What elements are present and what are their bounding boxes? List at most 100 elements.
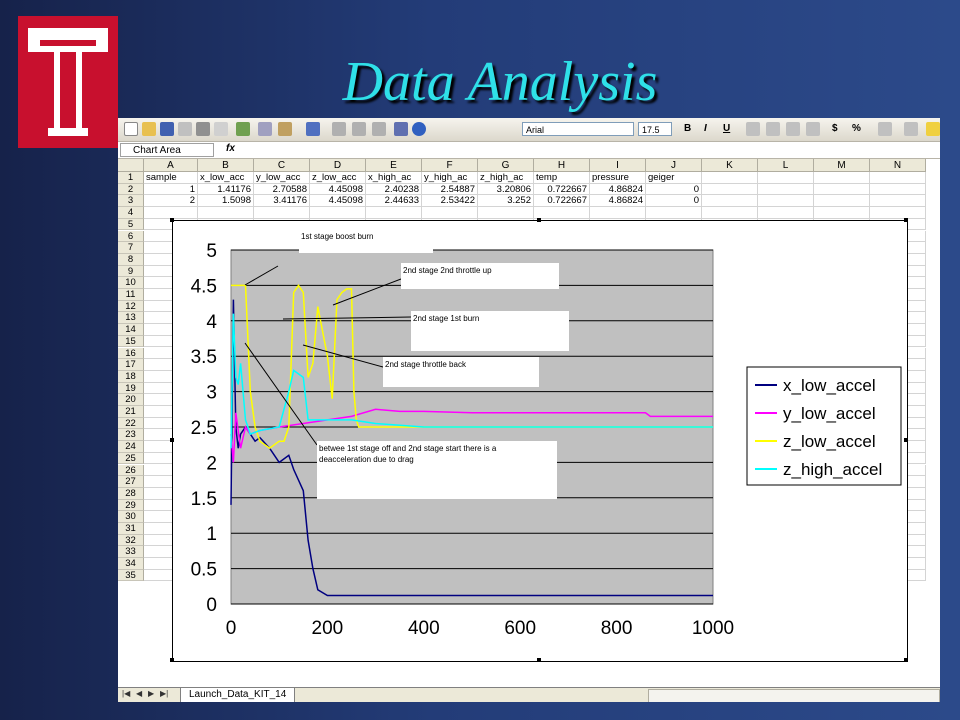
column-header[interactable]: K bbox=[702, 159, 758, 172]
borders-icon[interactable] bbox=[904, 122, 918, 136]
row-header[interactable]: 32 bbox=[118, 534, 144, 547]
autosum-icon[interactable] bbox=[352, 122, 366, 136]
cell[interactable]: 0 bbox=[646, 183, 702, 196]
row-header[interactable]: 16 bbox=[118, 347, 144, 360]
cell[interactable]: 1.5098 bbox=[198, 195, 254, 208]
cell[interactable]: z_low_acc bbox=[310, 172, 366, 184]
align-center-icon[interactable] bbox=[766, 122, 780, 136]
cell[interactable]: 1 bbox=[144, 183, 198, 196]
cell[interactable]: z_high_ac bbox=[478, 172, 534, 184]
row-header[interactable]: 9 bbox=[118, 265, 144, 278]
cell[interactable]: geiger bbox=[646, 172, 702, 184]
row-header[interactable]: 25 bbox=[118, 452, 144, 465]
cell[interactable] bbox=[534, 207, 590, 219]
merge-center-icon[interactable] bbox=[806, 122, 820, 136]
row-header[interactable]: 18 bbox=[118, 370, 144, 383]
cell[interactable]: 2.44633 bbox=[366, 195, 422, 208]
row-header[interactable]: 10 bbox=[118, 277, 144, 289]
row-header[interactable]: 30 bbox=[118, 511, 144, 523]
column-header[interactable]: A bbox=[144, 159, 198, 172]
currency-button[interactable]: $ bbox=[832, 122, 838, 136]
cell[interactable] bbox=[758, 207, 814, 219]
column-header[interactable]: B bbox=[198, 159, 254, 172]
chart-resize-handle[interactable] bbox=[904, 658, 908, 662]
column-header[interactable]: F bbox=[422, 159, 478, 172]
cell[interactable] bbox=[814, 207, 870, 219]
chart-resize-handle[interactable] bbox=[904, 218, 908, 222]
cell[interactable]: 2.40238 bbox=[366, 183, 422, 196]
underline-button[interactable]: U bbox=[723, 122, 730, 136]
column-header[interactable]: I bbox=[590, 159, 646, 172]
new-file-icon[interactable] bbox=[124, 122, 138, 136]
chart-resize-handle[interactable] bbox=[170, 658, 174, 662]
cell[interactable]: 4.45098 bbox=[310, 195, 366, 208]
column-header[interactable]: J bbox=[646, 159, 702, 172]
cell[interactable]: 2.70588 bbox=[254, 183, 310, 196]
cell[interactable] bbox=[870, 183, 926, 196]
fx-icon[interactable]: fx bbox=[226, 143, 235, 154]
prev-sheet-icon[interactable]: ◀ bbox=[136, 689, 142, 698]
cell[interactable] bbox=[814, 195, 870, 208]
cell[interactable]: temp bbox=[534, 172, 590, 184]
row-header[interactable]: 15 bbox=[118, 335, 144, 348]
column-header[interactable]: G bbox=[478, 159, 534, 172]
align-right-icon[interactable] bbox=[786, 122, 800, 136]
row-header[interactable]: 27 bbox=[118, 476, 144, 488]
cell[interactable] bbox=[870, 195, 926, 208]
cell[interactable] bbox=[590, 207, 646, 219]
row-header[interactable]: 26 bbox=[118, 464, 144, 477]
cell[interactable] bbox=[702, 207, 758, 219]
chart-resize-handle[interactable] bbox=[170, 438, 174, 442]
row-header[interactable]: 7 bbox=[118, 242, 144, 254]
cell[interactable] bbox=[758, 172, 814, 184]
column-header[interactable]: L bbox=[758, 159, 814, 172]
last-sheet-icon[interactable]: ▶| bbox=[160, 689, 168, 698]
cell[interactable]: 2.53422 bbox=[422, 195, 478, 208]
permission-icon[interactable] bbox=[178, 122, 192, 136]
sheet-tab-launch-data[interactable]: Launch_Data_KIT_14 bbox=[180, 688, 296, 702]
row-header[interactable]: 13 bbox=[118, 312, 144, 325]
row-header[interactable]: 34 bbox=[118, 558, 144, 570]
chart-resize-handle[interactable] bbox=[537, 658, 541, 662]
row-header[interactable]: 14 bbox=[118, 324, 144, 336]
row-header[interactable]: 33 bbox=[118, 546, 144, 559]
chart-resize-handle[interactable] bbox=[904, 438, 908, 442]
chart-resize-handle[interactable] bbox=[537, 218, 541, 222]
horizontal-scrollbar[interactable] bbox=[648, 689, 940, 702]
cell[interactable] bbox=[646, 207, 702, 219]
cell[interactable]: 4.86824 bbox=[590, 195, 646, 208]
cell[interactable]: pressure bbox=[590, 172, 646, 184]
select-all-corner[interactable] bbox=[118, 159, 144, 172]
cell[interactable] bbox=[422, 207, 478, 219]
italic-button[interactable]: I bbox=[704, 122, 707, 136]
cell[interactable] bbox=[758, 183, 814, 196]
cell[interactable]: y_high_ac bbox=[422, 172, 478, 184]
row-header[interactable]: 12 bbox=[118, 300, 144, 313]
cell[interactable]: 3.20806 bbox=[478, 183, 534, 196]
cell[interactable] bbox=[870, 172, 926, 184]
name-box[interactable]: Chart Area bbox=[120, 143, 214, 157]
paste-icon[interactable] bbox=[278, 122, 292, 136]
sort-icon[interactable] bbox=[372, 122, 386, 136]
cell[interactable] bbox=[198, 207, 254, 219]
row-header[interactable]: 22 bbox=[118, 417, 144, 430]
font-size-select[interactable]: 17.5 bbox=[638, 122, 672, 136]
print-icon[interactable] bbox=[196, 122, 210, 136]
cell[interactable] bbox=[870, 207, 926, 219]
column-header[interactable]: N bbox=[870, 159, 926, 172]
print-preview-icon[interactable] bbox=[214, 122, 228, 136]
open-folder-icon[interactable] bbox=[142, 122, 156, 136]
copy-icon[interactable] bbox=[258, 122, 272, 136]
cell[interactable]: x_low_acc bbox=[198, 172, 254, 184]
column-header[interactable]: C bbox=[254, 159, 310, 172]
row-header[interactable]: 1 bbox=[118, 172, 144, 184]
row-header[interactable]: 20 bbox=[118, 394, 144, 406]
row-header[interactable]: 17 bbox=[118, 359, 144, 371]
indent-icon[interactable] bbox=[878, 122, 892, 136]
align-left-icon[interactable] bbox=[746, 122, 760, 136]
row-header[interactable]: 24 bbox=[118, 441, 144, 453]
row-header[interactable]: 2 bbox=[118, 183, 144, 196]
row-header[interactable]: 29 bbox=[118, 499, 144, 512]
row-header[interactable]: 4 bbox=[118, 207, 144, 219]
column-header[interactable]: H bbox=[534, 159, 590, 172]
